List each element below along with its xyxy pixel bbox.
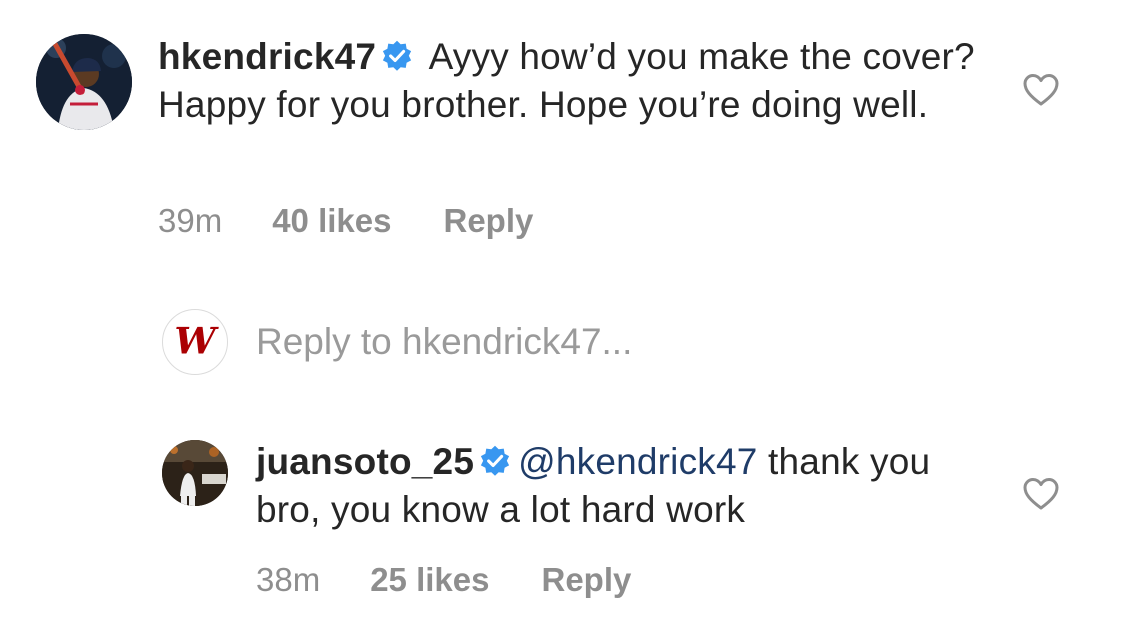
heart-outline-icon[interactable] (1022, 73, 1060, 107)
comment-hkendrick47: hkendrick47 Ayyy how’d you make the cove… (158, 33, 988, 129)
svg-text:W: W (174, 319, 219, 363)
reply-input[interactable]: Reply to hkendrick47... (256, 318, 632, 366)
reply-button[interactable]: Reply (541, 561, 631, 599)
comment-username[interactable]: hkendrick47 (158, 36, 376, 77)
avatar-hkendrick47-image (36, 34, 132, 130)
comment-juansoto25: juansoto_25 @hkendrick47 thank you bro, y… (256, 438, 996, 534)
reply-button[interactable]: Reply (443, 202, 533, 240)
heart-outline-icon[interactable] (1022, 477, 1060, 511)
avatar-hkendrick47[interactable] (36, 34, 132, 130)
mention-link[interactable]: @hkendrick47 (518, 441, 757, 482)
nationals-w-logo-icon: W (163, 310, 227, 374)
comment-timestamp: 38m (256, 561, 321, 598)
verified-badge-icon (380, 39, 414, 73)
comment-meta: 39m 40 likes Reply (158, 202, 533, 240)
verified-badge-icon (478, 444, 512, 478)
current-user-avatar: W (162, 309, 228, 375)
comment-timestamp: 39m (158, 202, 223, 239)
comment-likes-count[interactable]: 40 likes (272, 202, 391, 240)
avatar-juansoto25[interactable] (162, 440, 228, 506)
comment-meta: 38m 25 likes Reply (256, 561, 631, 599)
avatar-juansoto25-image (162, 440, 228, 506)
comment-username[interactable]: juansoto_25 (256, 441, 474, 482)
comment-likes-count[interactable]: 25 likes (370, 561, 489, 599)
